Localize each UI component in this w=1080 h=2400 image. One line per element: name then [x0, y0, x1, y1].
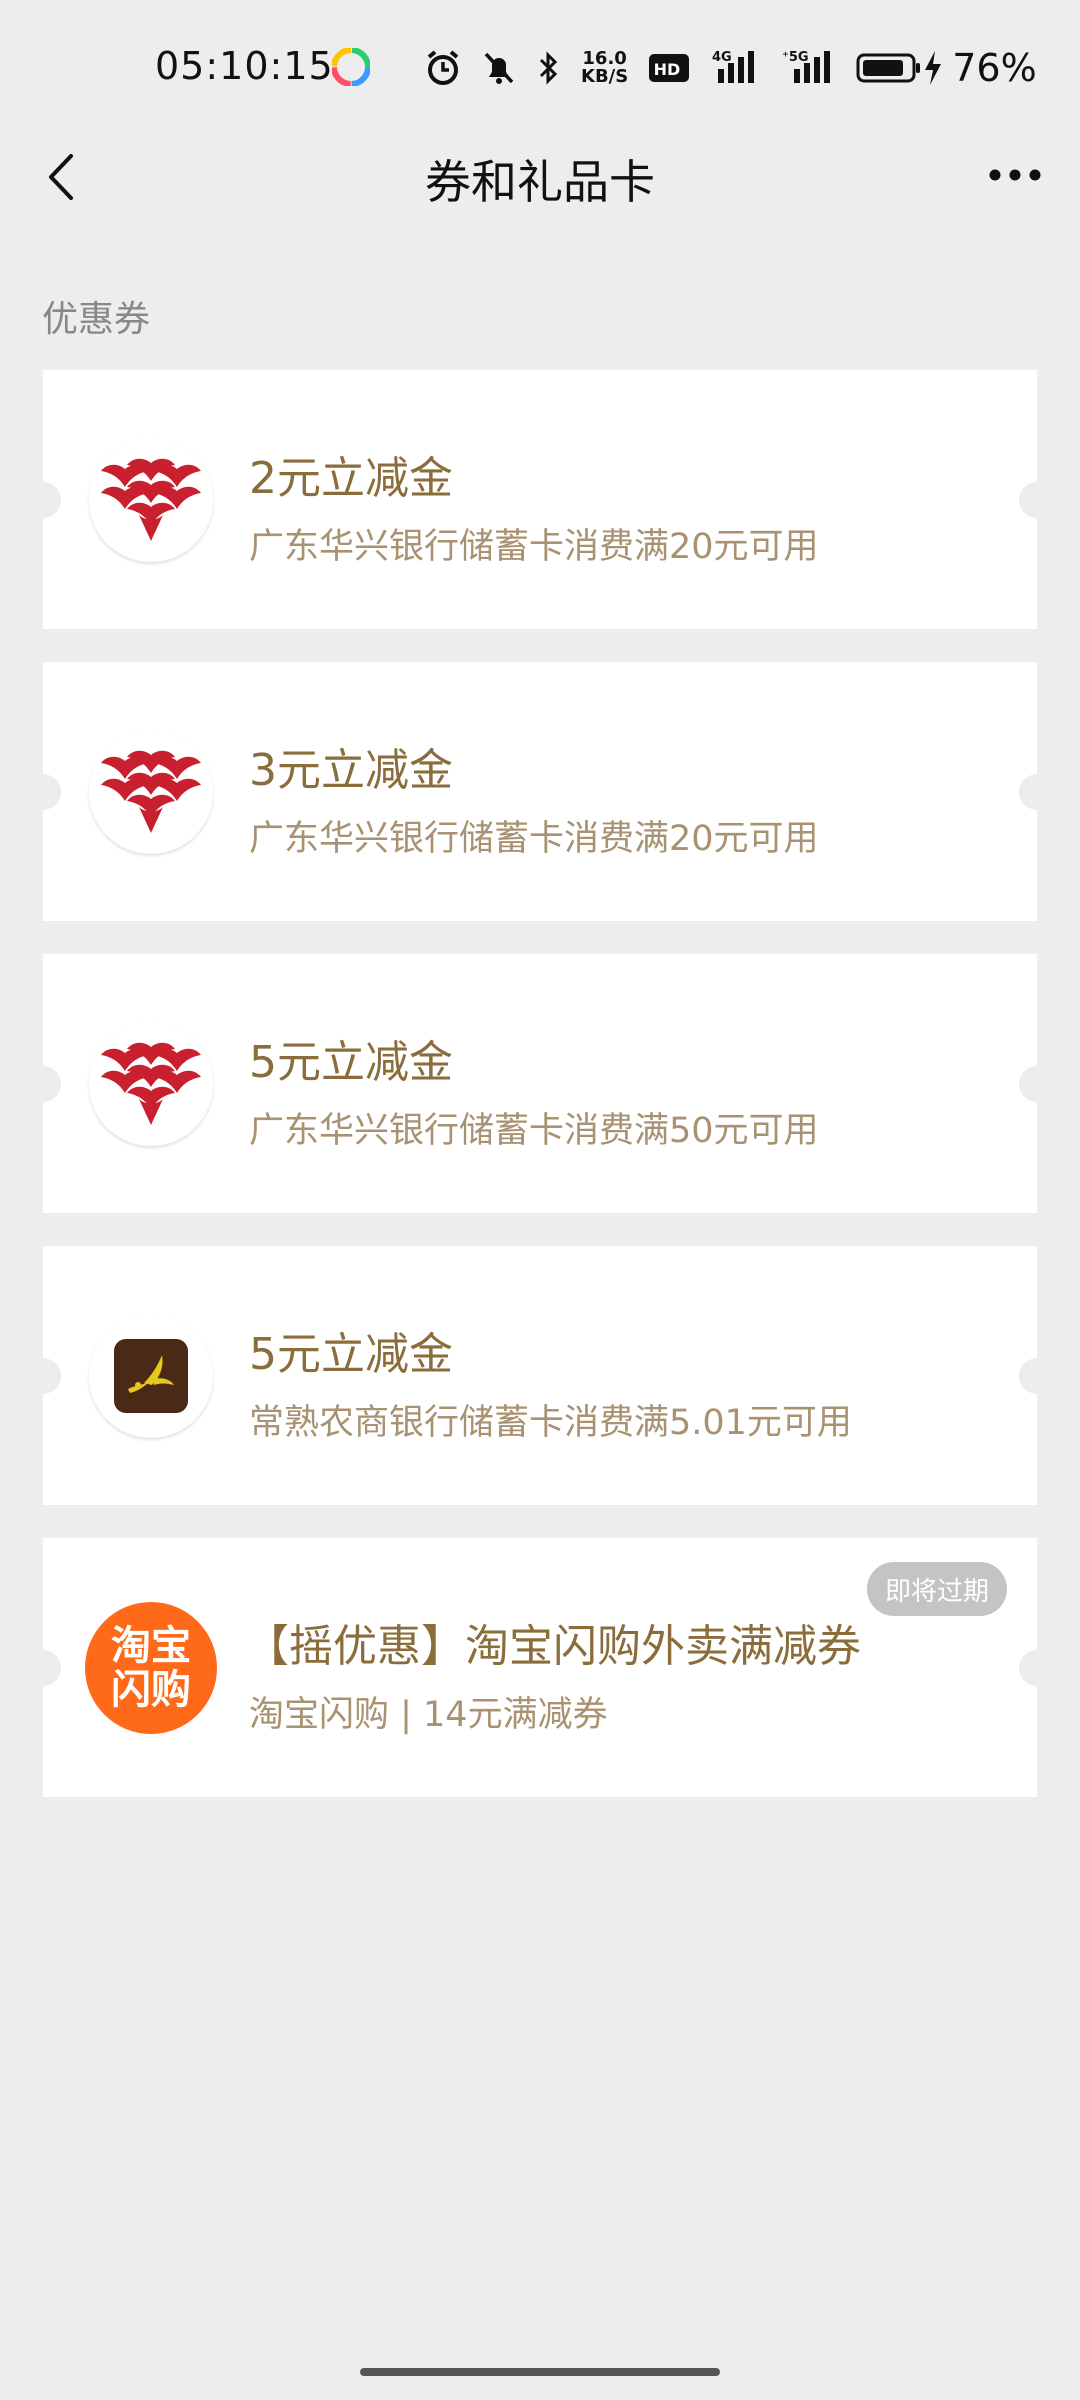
- svg-text:⁺5G: ⁺5G: [782, 50, 809, 65]
- coupon-description: 广东华兴银行储蓄卡消费满50元可用: [249, 1111, 819, 1151]
- coupon-title: 5元立减金: [249, 1329, 453, 1380]
- coupon-description: 淘宝闪购 | 14元满减券: [249, 1695, 608, 1735]
- home-indicator[interactable]: [360, 2368, 720, 2376]
- coupon-title: 【摇优惠】淘宝闪购外卖满减券: [245, 1621, 861, 1672]
- coupon-title: 3元立减金: [249, 745, 453, 796]
- hd-icon: HD: [648, 51, 690, 85]
- huaxing-bank-logo-icon: [89, 730, 213, 854]
- huaxing-bank-logo-icon: [89, 438, 213, 562]
- card-notch: [1019, 774, 1055, 810]
- coupon-title: 2元立减金: [249, 453, 453, 504]
- coupon-description: 常熟农商银行储蓄卡消费满5.01元可用: [249, 1403, 852, 1443]
- page-title: 券和礼品卡: [425, 155, 655, 209]
- signal-5g-icon: ⁺5G: [780, 49, 836, 87]
- status-bar: 05:10:15 16.0 KB/S HD 4G ⁺5G 76%: [0, 0, 1080, 140]
- coupon-description: 广东华兴银行储蓄卡消费满20元可用: [249, 527, 819, 567]
- bluetooth-icon: [537, 49, 561, 87]
- status-time: 05:10:15: [155, 44, 334, 88]
- coupon-description: 广东华兴银行储蓄卡消费满20元可用: [249, 819, 819, 859]
- card-notch: [1019, 1650, 1055, 1686]
- coupon-card[interactable]: 2元立减金 广东华兴银行储蓄卡消费满20元可用: [25, 370, 1055, 629]
- svg-text:4G: 4G: [712, 50, 732, 65]
- nav-bar: 券和礼品卡: [0, 130, 1080, 220]
- card-notch: [1019, 482, 1055, 518]
- status-icons: 16.0 KB/S HD 4G ⁺5G 76%: [425, 44, 1037, 92]
- card-notch: [1019, 1358, 1055, 1394]
- card-notch: [25, 482, 61, 518]
- changshu-bank-logo-icon: [89, 1314, 213, 1438]
- section-label-coupons: 优惠券: [42, 299, 151, 340]
- network-speed: 16.0 KB/S: [581, 48, 629, 87]
- coupon-card[interactable]: 3元立减金 广东华兴银行储蓄卡消费满20元可用: [25, 662, 1055, 921]
- more-dots-icon: [989, 169, 1041, 181]
- expiring-badge: 即将过期: [866, 1562, 1007, 1616]
- card-notch: [25, 1650, 61, 1686]
- card-notch: [25, 1066, 61, 1102]
- battery-percent: 76%: [952, 46, 1037, 90]
- coupon-card[interactable]: 即将过期 淘宝 闪购 【摇优惠】淘宝闪购外卖满减券 淘宝闪购 | 14元满减券: [25, 1538, 1055, 1797]
- card-notch: [25, 774, 61, 810]
- app-notification-icon: [331, 47, 371, 87]
- more-button[interactable]: [980, 150, 1050, 200]
- coupon-card[interactable]: 5元立减金 常熟农商银行储蓄卡消费满5.01元可用: [25, 1246, 1055, 1505]
- coupon-card[interactable]: 5元立减金 广东华兴银行储蓄卡消费满50元可用: [25, 954, 1055, 1213]
- battery-icon: [856, 51, 922, 85]
- card-notch: [1019, 1066, 1055, 1102]
- signal-4g-icon: 4G: [710, 49, 760, 87]
- alarm-icon: [425, 49, 461, 87]
- svg-text:HD: HD: [654, 60, 681, 79]
- charging-icon: [922, 49, 944, 87]
- huaxing-bank-logo-icon: [89, 1022, 213, 1146]
- card-notch: [25, 1358, 61, 1394]
- taobao-shangou-logo-icon: 淘宝 闪购: [85, 1602, 217, 1734]
- coupon-title: 5元立减金: [249, 1037, 453, 1088]
- mute-bell-icon: [481, 49, 517, 87]
